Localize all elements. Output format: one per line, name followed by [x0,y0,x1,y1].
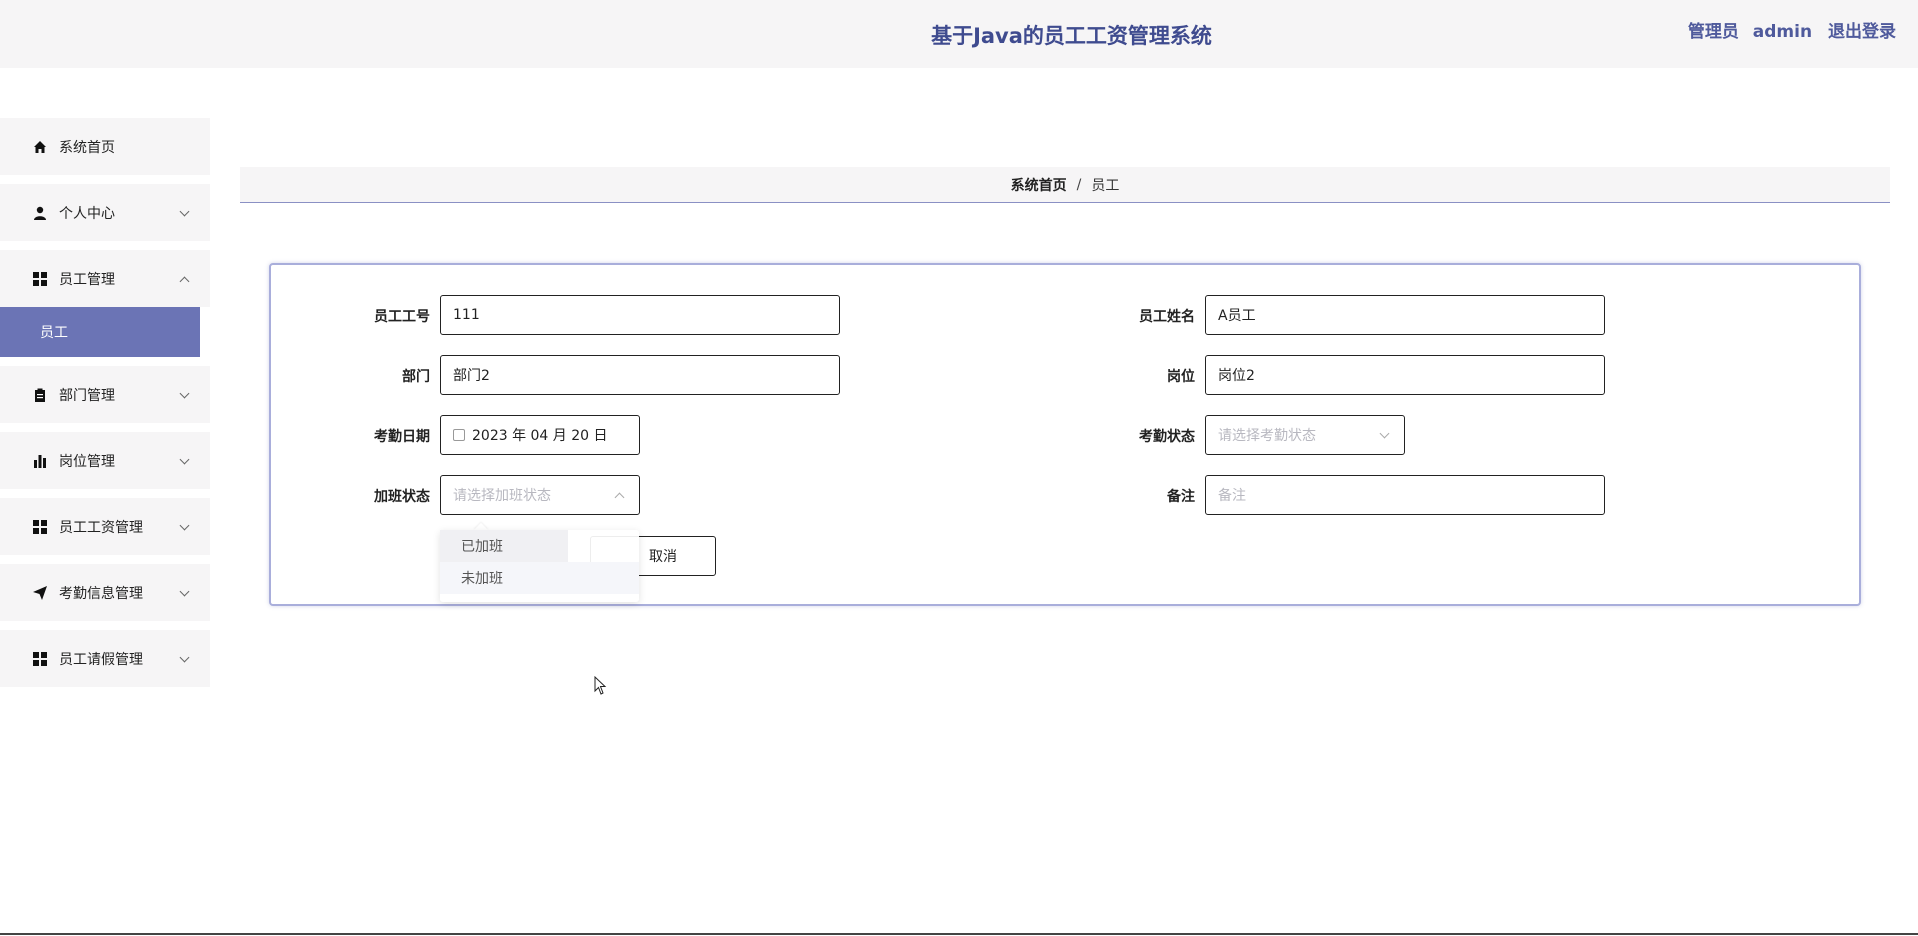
bar-chart-icon [33,454,47,468]
logout-link[interactable]: 退出登录 [1828,22,1896,42]
chevron-down-icon [179,388,190,399]
sidebar-item-label: 员工管理 [59,271,115,288]
position-label: 岗位 [1167,369,1195,385]
emp-name-input[interactable]: A员工 [1205,295,1605,335]
grid-icon [33,519,47,534]
clipboard-icon [33,388,47,402]
chevron-down-icon [179,586,190,597]
sidebar-item-label: 员工请假管理 [59,651,143,668]
dropdown-option-overtime-no[interactable]: 未加班 [440,562,639,594]
attendance-date-value: 2023 年 04 月 20 日 [472,428,608,444]
bottom-divider [0,933,1918,935]
top-bar: 基于Java的员工工资管理系统 管理员 admin 退出登录 [0,0,1918,68]
sidebar-item-label: 个人中心 [59,205,115,222]
chevron-down-icon [179,454,190,465]
position-input[interactable]: 岗位2 [1205,355,1605,395]
department-label: 部门 [402,369,430,385]
send-icon [33,585,47,600]
sidebar-item-label: 考勤信息管理 [59,585,143,602]
remark-label: 备注 [1167,489,1195,505]
sidebar: 系统首页 个人中心 员工管理 员工 部门管理 岗位管理 员工工资管理 考勤信息管… [0,118,210,696]
attendance-status-label: 考勤状态 [1139,429,1195,445]
mouse-cursor-icon [594,675,608,700]
attendance-status-select[interactable]: 请选择考勤状态 [1205,415,1405,455]
grid-icon [33,271,47,286]
chevron-down-icon [179,206,190,217]
overtime-status-placeholder: 请选择加班状态 [453,488,551,504]
overtime-status-select[interactable]: 请选择加班状态 [440,475,640,515]
overtime-status-dropdown: 已加班 未加班 [440,530,639,602]
dropdown-option-overtime-yes[interactable]: 已加班 [440,530,568,562]
sidebar-item-leave-management[interactable]: 员工请假管理 [0,630,210,687]
sidebar-item-label: 岗位管理 [59,453,115,470]
sidebar-item-home[interactable]: 系统首页 [0,118,210,175]
department-input[interactable]: 部门2 [440,355,840,395]
sidebar-item-employee-management[interactable]: 员工管理 [0,250,210,307]
attendance-date-label: 考勤日期 [374,429,430,445]
emp-no-label: 员工工号 [374,309,430,325]
emp-no-input[interactable]: 111 [440,295,840,335]
breadcrumb-current: 员工 [1091,177,1120,194]
app-title: 基于Java的员工工资管理系统 [931,24,1212,48]
remark-input[interactable]: 备注 [1205,475,1605,515]
breadcrumb-separator: / [1076,176,1082,193]
sidebar-item-attendance-management[interactable]: 考勤信息管理 [0,564,210,621]
sidebar-item-salary-management[interactable]: 员工工资管理 [0,498,210,555]
chevron-up-icon [614,492,625,503]
sidebar-subitem-employee[interactable]: 员工 [0,307,200,357]
sidebar-item-label: 系统首页 [59,139,115,156]
chevron-up-icon [179,276,190,287]
breadcrumb-home[interactable]: 系统首页 [1011,175,1067,195]
sidebar-item-personal-center[interactable]: 个人中心 [0,184,210,241]
user-area: 管理员 admin 退出登录 [1680,17,1896,42]
sidebar-item-label: 部门管理 [59,387,115,404]
calendar-icon [453,429,465,441]
attendance-status-placeholder: 请选择考勤状态 [1218,428,1316,444]
sidebar-item-department-management[interactable]: 部门管理 [0,366,210,423]
home-icon [33,140,47,154]
username: admin [1752,22,1813,42]
sidebar-item-label: 员工工资管理 [59,519,143,536]
attendance-date-picker[interactable]: 2023 年 04 月 20 日 [440,415,640,455]
emp-name-label: 员工姓名 [1139,309,1195,325]
user-role: 管理员 [1687,22,1739,42]
user-icon [33,206,47,220]
chevron-down-icon [179,520,190,531]
grid-icon [33,651,47,666]
cancel-button-label: 取消 [649,549,677,565]
chevron-down-icon [1379,428,1390,439]
sidebar-item-position-management[interactable]: 岗位管理 [0,432,210,489]
breadcrumb: 系统首页 / 员工 [240,167,1890,203]
chevron-down-icon [179,652,190,663]
overtime-status-label: 加班状态 [374,489,430,505]
